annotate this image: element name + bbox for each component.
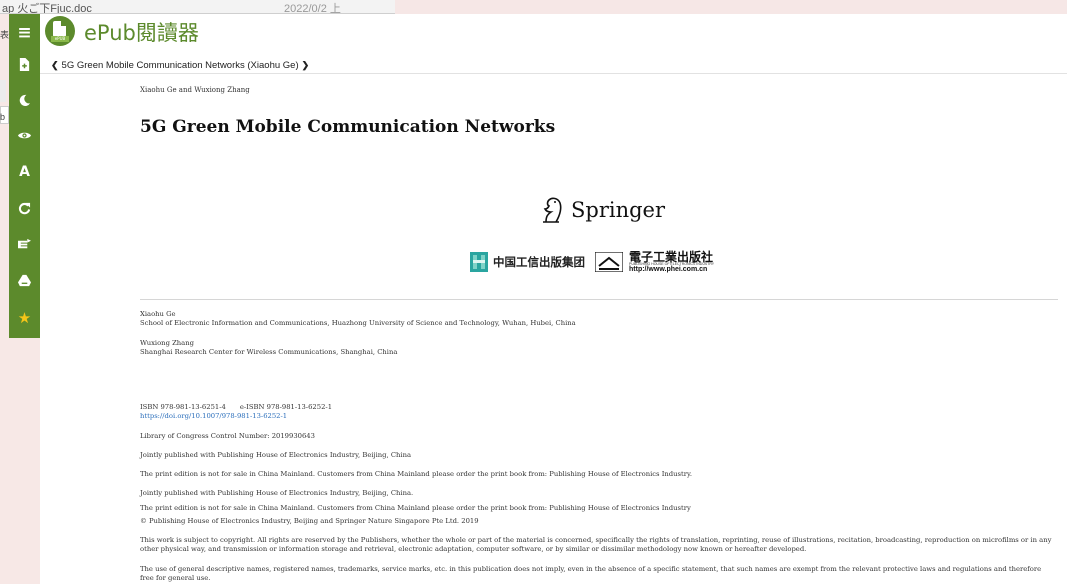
star-icon: ★ (17, 309, 32, 327)
refresh-icon (18, 202, 31, 214)
isbn: ISBN 978-981-13-6251-4 (140, 403, 226, 411)
background-window: ap 火ご下Fjuc.doc 2022/0/2 上 (0, 0, 395, 14)
background-filename: ap 火ご下Fjuc.doc (2, 3, 92, 14)
descriptive-names-paragraph: The use of general descriptive names, re… (140, 565, 1042, 582)
phei-publisher: 電子工業出版社 PUBLISHING HOUSE OF ELECTRONICS … (629, 251, 714, 274)
loc-number: Library of Congress Control Number: 2019… (140, 432, 315, 440)
isbn-line: ISBN 978-981-13-6251-4 e-ISBN 978-981-13-… (140, 403, 332, 412)
font-button[interactable]: A (9, 158, 40, 186)
background-date: 2022/0/2 上 (284, 3, 341, 14)
document-page: Xiaohu Ge and Wuxiong Zhang 5G Green Mob… (140, 74, 1060, 584)
sidebar-toolbar: ≡ A ★ (9, 14, 40, 338)
author2-affiliation: Shanghai Research Center for Wireless Co… (140, 348, 398, 356)
breadcrumb-book-title[interactable]: 5G Green Mobile Communication Networks (… (62, 60, 299, 71)
breadcrumb: ❮ 5G Green Mobile Communication Networks… (48, 58, 312, 72)
title-page-rule (140, 299, 1058, 300)
background-side-text: 表 (0, 30, 10, 40)
book-page-icon (53, 21, 66, 37)
menu-button[interactable]: ≡ (9, 19, 40, 47)
doi-link[interactable]: https://doi.org/10.1007/978-981-13-6252-… (140, 412, 287, 421)
springer-logo: Springer (535, 194, 665, 226)
phei-url: http://www.phei.com.cn (629, 266, 708, 274)
background-fragment (0, 80, 6, 102)
miit-publisher-name: 中国工信出版集团 (493, 255, 585, 269)
print-edition-notice-2: The print edition is not for sale in Chi… (140, 504, 691, 512)
app-title: ePub閱讀器 (84, 21, 199, 45)
add-file-button[interactable] (9, 50, 40, 78)
print-edition-notice-1: The print edition is not for sale in Chi… (140, 470, 693, 478)
chevron-left-icon[interactable]: ❮ (51, 60, 59, 71)
publisher-logos: 中国工信出版集团 電子工業出版社 PUBLISHING HOUSE OF ELE… (470, 248, 714, 276)
drive-icon (18, 274, 31, 286)
phei-name-chinese: 電子工業出版社 (629, 249, 714, 264)
e-isbn: e-ISBN 978-981-13-6252-1 (239, 403, 333, 411)
add-file-icon (19, 57, 30, 71)
title-page-authors: Xiaohu Ge and Wuxiong Zhang (140, 86, 250, 94)
copyright-notice: © Publishing House of Electronics Indust… (140, 517, 479, 525)
author1-name: Xiaohu Ge (140, 310, 176, 318)
favorite-button[interactable]: ★ (9, 304, 40, 332)
author1-affiliation: School of Electronic Information and Com… (140, 319, 576, 327)
joint-publication-1: Jointly published with Publishing House … (140, 451, 412, 459)
springer-horse-icon (543, 197, 562, 223)
logo-tag: ePUB (51, 36, 69, 42)
app-header: ePUB ePub閱讀器 (40, 14, 1067, 52)
background-side-text: b (0, 112, 6, 122)
background-desktop (395, 0, 1067, 14)
book-title: 5G Green Mobile Communication Networks (140, 117, 556, 137)
font-icon: A (19, 164, 30, 180)
refresh-button[interactable] (9, 194, 40, 222)
eye-icon (18, 132, 31, 138)
reading-mode-icon (18, 238, 31, 248)
springer-wordmark: Springer (571, 198, 666, 222)
moon-icon (19, 94, 31, 106)
copyright-rights-paragraph: This work is subject to copyright. All r… (140, 536, 1052, 553)
menu-icon: ≡ (17, 23, 32, 43)
night-mode-button[interactable] (9, 86, 40, 114)
epub-logo: ePUB (45, 16, 75, 46)
eye-button[interactable] (9, 121, 40, 149)
author2-name: Wuxiong Zhang (140, 339, 194, 347)
joint-publication-2: Jointly published with Publishing House … (140, 489, 414, 497)
chevron-right-icon[interactable]: ❯ (302, 60, 310, 71)
miit-logo-icon (470, 252, 488, 272)
phei-logo-icon (595, 252, 623, 272)
reading-mode-button[interactable] (9, 230, 40, 258)
drive-button[interactable] (9, 266, 40, 294)
